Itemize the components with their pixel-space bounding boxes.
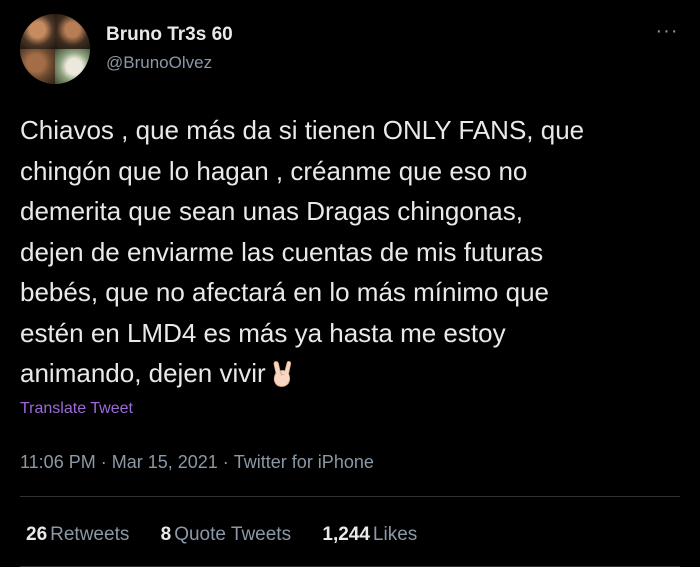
tweet-line: demerita que sean unas Dragas chingonas, (20, 196, 523, 226)
avatar-photo-2 (55, 14, 90, 49)
user-handle[interactable]: @BrunoOlvez (106, 52, 233, 74)
avatar-photo-1 (20, 14, 55, 49)
avatar-photo-4 (55, 49, 90, 84)
tweet-header: Bruno Tr3s 60 @BrunoOlvez ··· (18, 14, 682, 86)
likes-count: 1,244 (322, 524, 370, 545)
divider (20, 496, 680, 497)
tweet-line: dejen de enviarme las cuentas de mis fut… (20, 236, 544, 267)
tweet-date[interactable]: Mar 15, 2021 (112, 452, 218, 472)
tweet-meta: 11:06 PM · Mar 15, 2021 · Twitter for iPhone (20, 450, 374, 474)
translate-tweet-link[interactable]: Translate Tweet (20, 399, 133, 419)
likes-label: Likes (372, 524, 418, 545)
display-name[interactable]: Bruno Tr3s 60 (106, 22, 233, 48)
quote-tweets-count: 8 (160, 524, 172, 545)
quote-tweets-label: Quote Tweets (174, 524, 292, 545)
tweet-source[interactable]: Twitter for iPhone (234, 452, 374, 472)
retweets-label: Retweets (50, 524, 130, 545)
user-names: Bruno Tr3s 60 @BrunoOlvez (106, 22, 233, 74)
retweets-stat[interactable]: 26 Retweets (26, 523, 129, 547)
meta-separator: · (222, 452, 229, 472)
tweet-line: Chiavos , que más da si tienen ONLY FANS… (20, 115, 585, 145)
tweet-time[interactable]: 11:06 PM (20, 452, 96, 472)
avatar-photo-3 (20, 49, 55, 84)
more-horizontal-icon[interactable]: ··· (652, 21, 682, 44)
tweet-line: estén en LMD4 es más ya hasta me estoy (20, 317, 506, 348)
tweet-line: chingón que lo hagan , créanme que eso n… (20, 155, 528, 186)
avatar[interactable] (20, 14, 90, 84)
tweet-line: bebés, que no afectará en lo más mínimo … (20, 277, 549, 307)
meta-separator: · (100, 452, 107, 472)
tweet-text: Chiavos , que más da si tienen ONLY FANS… (20, 110, 670, 394)
tweet-stats: 26 Retweets 8 Quote Tweets 1,244 Likes (26, 523, 443, 547)
tweet-line: animando, dejen vivir (20, 358, 266, 388)
likes-stat[interactable]: 1,244 Likes (322, 523, 417, 547)
quote-tweets-stat[interactable]: 8 Quote Tweets (161, 523, 291, 547)
sign-of-the-horns-emoji (273, 361, 291, 387)
tweet-last-line: animando, dejen vivir (20, 353, 670, 394)
retweets-count: 26 (26, 524, 48, 545)
